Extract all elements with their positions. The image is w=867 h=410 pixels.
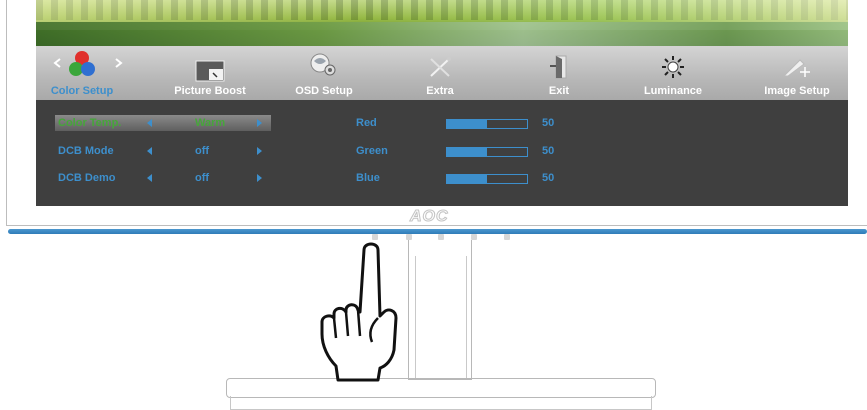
tab-osd-setup[interactable]: OSD Setup: [280, 46, 368, 100]
tab-exit[interactable]: Exit: [522, 46, 596, 100]
tab-label: Extra: [426, 85, 454, 97]
color-setup-panel: Color Temp. Warm DCB Mode off DCB Demo o…: [36, 100, 848, 206]
exit-door-icon: [548, 54, 570, 85]
setting-label: Color Temp.: [58, 117, 122, 129]
background-photo: [36, 0, 848, 46]
green-label: Green: [356, 145, 388, 157]
red-label: Red: [356, 117, 377, 129]
blue-label: Blue: [356, 172, 380, 184]
green-value: 50: [542, 145, 555, 157]
aoc-logo: AOC: [410, 208, 449, 226]
increase-arrow-icon[interactable]: [257, 119, 262, 127]
tab-picture-boost[interactable]: Picture Boost: [160, 46, 260, 100]
setting-label: DCB Demo: [58, 172, 116, 184]
tab-extra[interactable]: Extra: [400, 46, 480, 100]
monitor-button-5[interactable]: [504, 234, 510, 240]
nav-right-arrow-icon[interactable]: [114, 56, 124, 74]
tab-label: Picture Boost: [174, 85, 246, 97]
decrease-arrow-icon[interactable]: [147, 147, 152, 155]
monitor-screen: Color Setup Picture Boost OSD Setup Extr…: [36, 0, 848, 206]
setting-value: off: [195, 145, 210, 157]
osd-setup-icon: [309, 52, 339, 83]
nav-left-arrow-icon[interactable]: [52, 56, 62, 74]
monitor-stand: [408, 240, 472, 380]
decrease-arrow-icon[interactable]: [147, 174, 152, 182]
tab-luminance[interactable]: Luminance: [636, 46, 710, 100]
osd-menu-bar: Color Setup Picture Boost OSD Setup Extr…: [36, 46, 848, 100]
tab-label: OSD Setup: [295, 85, 353, 97]
tools-icon: [427, 56, 453, 85]
monitor-base-foot: [230, 396, 652, 410]
image-setup-icon: [782, 56, 812, 85]
tab-label: Luminance: [643, 85, 703, 97]
tab-image-setup[interactable]: Image Setup: [748, 46, 846, 100]
setting-row-dcb-demo[interactable]: DCB Demo off: [55, 170, 271, 186]
tab-label: Image Setup: [764, 85, 830, 97]
rgb-circles-icon: [67, 50, 97, 83]
sun-icon: [662, 56, 684, 83]
red-slider[interactable]: [446, 119, 528, 129]
pointing-hand-icon: [312, 238, 412, 388]
blue-slider[interactable]: [446, 174, 528, 184]
setting-row-dcb-mode[interactable]: DCB Mode off: [55, 143, 271, 159]
tab-label: Color Setup: [50, 85, 114, 97]
green-slider[interactable]: [446, 147, 528, 157]
increase-arrow-icon[interactable]: [257, 174, 262, 182]
picture-boost-icon: [195, 60, 225, 87]
tab-color-setup[interactable]: Color Setup: [42, 46, 124, 100]
setting-row-color-temp[interactable]: Color Temp. Warm: [55, 115, 271, 131]
monitor-base: [226, 378, 656, 398]
red-value: 50: [542, 117, 555, 129]
tab-label: Exit: [548, 85, 570, 97]
increase-arrow-icon[interactable]: [257, 147, 262, 155]
setting-value: Warm: [195, 117, 226, 129]
decrease-arrow-icon[interactable]: [147, 119, 152, 127]
blue-value: 50: [542, 172, 555, 184]
setting-label: DCB Mode: [58, 145, 114, 157]
setting-value: off: [195, 172, 210, 184]
